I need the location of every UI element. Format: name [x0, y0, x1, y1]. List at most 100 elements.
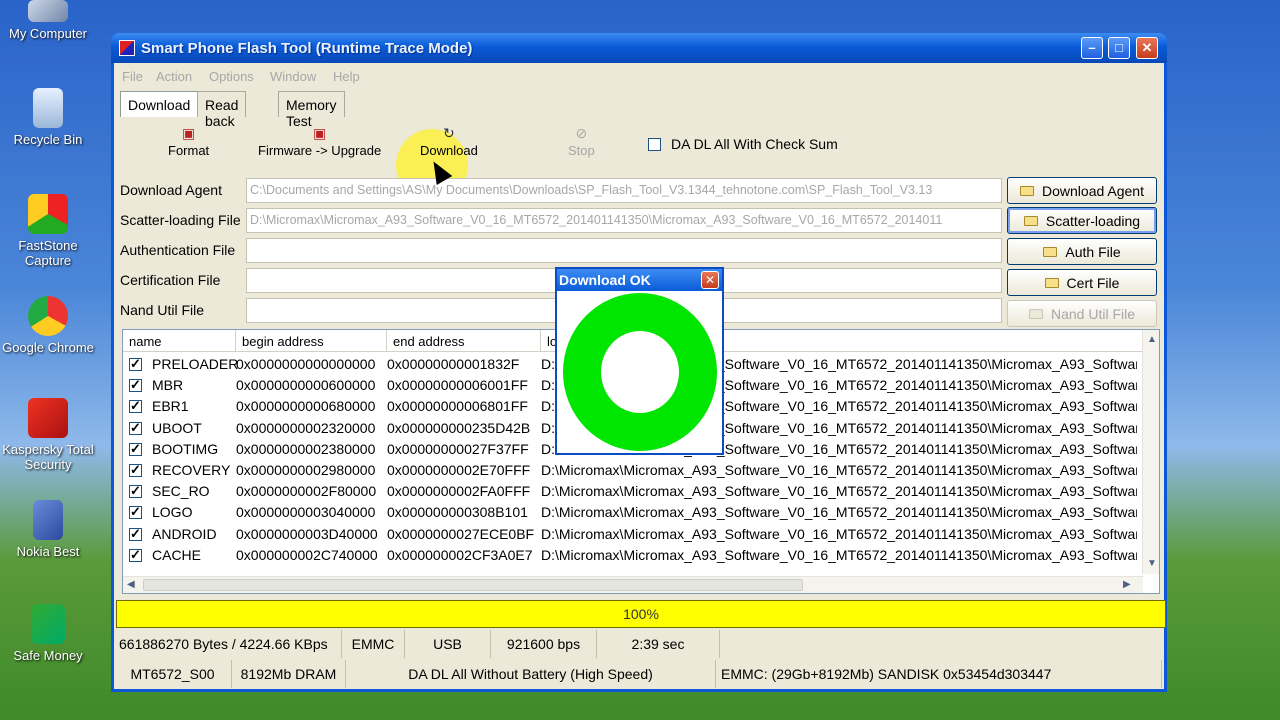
partition-checkbox[interactable] — [129, 420, 142, 436]
download-button[interactable]: ↻ Download — [420, 125, 478, 158]
desktop-icon-safe-money[interactable]: Safe Money — [0, 604, 96, 663]
status-bar-1: 661886270 Bytes / 4224.66 KBps EMMC USB … — [114, 630, 1164, 658]
begin-address-cell: 0x000000002C740000 — [236, 546, 378, 563]
scatter-loading-button-label: Scatter-loading — [1045, 213, 1141, 229]
table-row[interactable]: CACHE 0x000000002C740000 0x000000002CF3A0E… — [123, 545, 1143, 566]
partition-name-cell: CACHE — [129, 547, 201, 563]
partition-checkbox[interactable] — [129, 398, 142, 414]
partition-checkbox[interactable] — [129, 462, 142, 478]
auth-file-button[interactable]: Auth File — [1007, 238, 1157, 265]
download-agent-label: Download Agent — [120, 182, 222, 198]
partition-name-cell: UBOOT — [129, 420, 202, 436]
maximize-button[interactable]: □ — [1108, 37, 1130, 59]
end-address-cell: 0x00000000001832F — [387, 356, 520, 372]
title-bar[interactable]: Smart Phone Flash Tool (Runtime Trace Mo… — [111, 33, 1167, 63]
partition-name: LOGO — [152, 504, 193, 521]
minimize-button[interactable]: – — [1081, 37, 1103, 59]
tab-memory-test[interactable]: Memory Test — [278, 91, 345, 129]
scroll-up-icon[interactable]: ▲ — [1147, 334, 1157, 345]
partition-name: PRELOADER — [152, 356, 239, 372]
end-address-cell: 0x000000000235D42B — [387, 419, 531, 436]
column-header-name[interactable]: name — [123, 330, 236, 352]
table-row[interactable]: RECOVERY 0x0000000002980000 0x0000000002E7… — [123, 460, 1143, 481]
tab-read-back[interactable]: Read back — [197, 91, 247, 129]
partition-checkbox[interactable] — [129, 547, 142, 563]
partition-checkbox[interactable] — [129, 441, 142, 457]
column-header-begin[interactable]: begin address — [236, 330, 387, 352]
scroll-thumb[interactable] — [143, 579, 803, 591]
desktop-icon-nokia-best[interactable]: Nokia Best — [0, 500, 96, 559]
end-address-cell: 0x0000000027ECE0BF — [387, 525, 535, 542]
dialog-title[interactable]: Download OK — [557, 269, 722, 291]
end-address-cell: 0x0000000002FA0FFF — [387, 483, 531, 500]
column-header-end[interactable]: end address — [387, 330, 541, 352]
nokia-best-icon — [33, 500, 63, 540]
table-row[interactable]: SEC_RO 0x0000000002F80000 0x0000000002FA0F… — [123, 481, 1143, 502]
vertical-scrollbar[interactable]: ▲ ▼ — [1142, 330, 1159, 574]
menu-options[interactable]: Options — [209, 69, 254, 84]
emmc-info: EMMC: (29Gb+8192Mb) SANDISK 0x53454d3034… — [716, 660, 1162, 688]
desktop-icon-recycle-bin[interactable]: Recycle Bin — [0, 88, 96, 147]
status-bar-2: MT6572_S00 8192Mb DRAM DA DL All Without… — [114, 660, 1164, 688]
scroll-left-icon[interactable]: ◀ — [127, 579, 135, 590]
desktop-icon-faststone[interactable]: FastStone Capture — [0, 194, 96, 268]
auth-label: Authentication File — [120, 242, 236, 258]
partition-checkbox[interactable] — [129, 526, 142, 542]
menu-file[interactable]: File — [122, 69, 143, 84]
stop-button[interactable]: ⊘ Stop — [568, 125, 595, 158]
da-checksum-checkbox[interactable]: DA DL All With Check Sum — [648, 136, 838, 152]
scroll-down-icon[interactable]: ▼ — [1147, 558, 1157, 569]
begin-address-cell: 0x0000000003040000 — [236, 504, 376, 521]
desktop-icon-chrome[interactable]: Google Chrome — [0, 296, 96, 355]
scatter-row: Scatter-loading File D:\Micromax\Microma… — [120, 206, 1160, 234]
table-row[interactable]: ANDROID 0x0000000003D40000 0x0000000027ECE… — [123, 524, 1143, 545]
partition-checkbox[interactable] — [129, 483, 142, 499]
storage-type: EMMC — [342, 630, 405, 658]
dialog-close-button[interactable]: ✕ — [701, 271, 719, 289]
baud-rate: 921600 bps — [491, 630, 597, 658]
begin-address-cell: 0x0000000000000000 — [236, 356, 376, 372]
auth-field[interactable] — [246, 238, 1002, 263]
end-address-cell: 0x000000002CF3A0E7 — [387, 546, 533, 563]
begin-address-cell: 0x0000000002380000 — [236, 440, 376, 457]
horizontal-scrollbar[interactable]: ◀ ▶ — [123, 576, 1143, 593]
checkbox-box[interactable] — [648, 138, 661, 151]
scatter-field[interactable]: D:\Micromax\Micromax_A93_Software_V0_16_… — [246, 208, 1002, 233]
success-ring-icon — [563, 293, 717, 451]
da-checksum-label: DA DL All With Check Sum — [671, 136, 838, 152]
menu-window[interactable]: Window — [270, 69, 316, 84]
nand-util-file-button-label: Nand Util File — [1050, 306, 1136, 322]
table-row[interactable]: LOGO 0x0000000003040000 0x000000000308B101… — [123, 502, 1143, 523]
desktop-icon-kaspersky[interactable]: Kaspersky Total Security — [0, 398, 96, 472]
close-button[interactable]: ✕ — [1136, 37, 1158, 59]
partition-name: MBR — [152, 377, 184, 394]
download-agent-button[interactable]: Download Agent — [1007, 177, 1157, 204]
scroll-right-icon[interactable]: ▶ — [1123, 579, 1131, 590]
begin-address-cell: 0x0000000003D40000 — [236, 525, 378, 542]
partition-checkbox[interactable] — [129, 377, 142, 393]
partition-name-cell: RECOVERY — [129, 462, 230, 478]
begin-address-cell: 0x0000000002F80000 — [236, 483, 377, 500]
end-address-cell: 0x00000000006801FF — [387, 398, 528, 415]
scatter-loading-button[interactable]: Scatter-loading — [1007, 207, 1157, 234]
desktop-icon-label: Kaspersky Total Security — [2, 442, 94, 472]
cert-file-button[interactable]: Cert File — [1007, 269, 1157, 296]
partition-checkbox[interactable] — [129, 356, 142, 372]
folder-icon — [1043, 247, 1058, 257]
menu-help[interactable]: Help — [333, 69, 360, 84]
download-agent-field[interactable]: C:\Documents and Settings\AS\My Document… — [246, 178, 1002, 203]
nand-util-file-button[interactable]: Nand Util File — [1007, 300, 1157, 327]
menu-action[interactable]: Action — [156, 69, 192, 84]
elapsed-time: 2:39 sec — [597, 630, 720, 658]
folder-icon — [1020, 186, 1035, 196]
tab-download[interactable]: Download — [120, 91, 199, 117]
begin-address-cell: 0x0000000002320000 — [236, 419, 376, 436]
format-button[interactable]: ▣ Format — [168, 125, 209, 158]
desktop-icon-my-computer[interactable]: My Computer — [0, 0, 96, 41]
stop-label: Stop — [568, 143, 595, 158]
end-address-cell: 0x00000000006001FF — [387, 377, 528, 394]
firmware-upgrade-button[interactable]: ▣ Firmware -> Upgrade — [258, 125, 381, 158]
end-address-cell: 0x0000000002E70FFF — [387, 462, 531, 478]
partition-checkbox[interactable] — [129, 504, 142, 520]
auth-file-button-label: Auth File — [1065, 244, 1121, 260]
